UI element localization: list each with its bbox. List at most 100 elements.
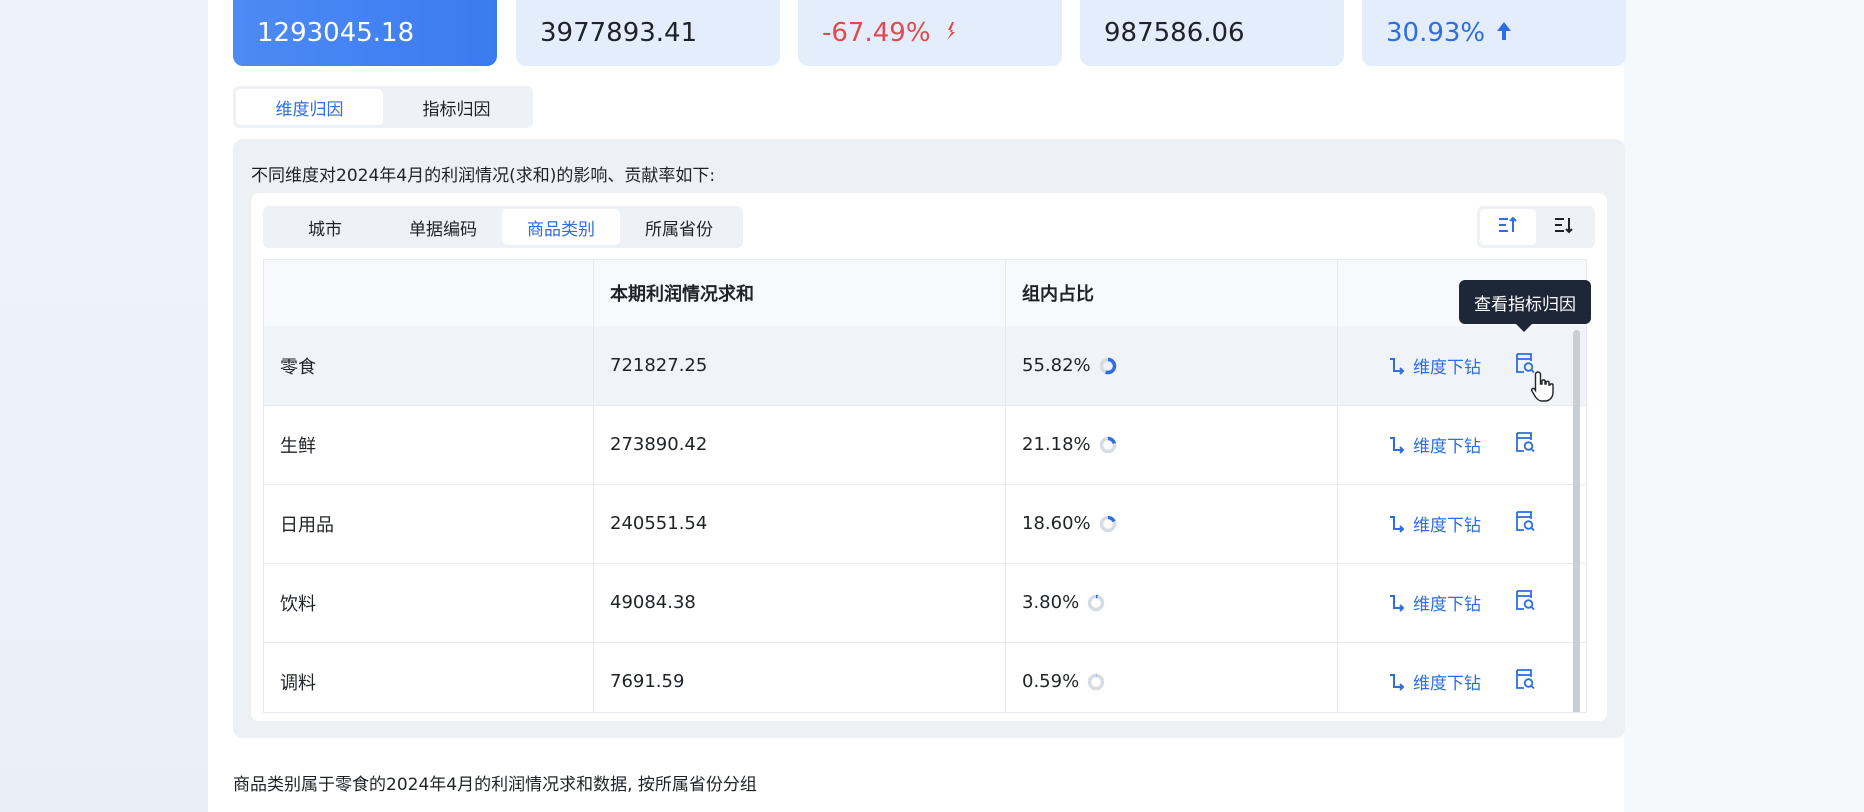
share-ring-icon	[1099, 357, 1116, 374]
attribution-panel: 不同维度对2024年4月的利润情况(求和)的影响、贡献率如下: 城市 单据编码 …	[233, 139, 1625, 738]
drill-down-button[interactable]: 维度下钻	[1387, 669, 1481, 694]
drill-down-label: 维度下钻	[1413, 437, 1481, 457]
share-wrap: 0.59%	[1022, 671, 1105, 692]
drilldown-description: 商品类别属于零食的2024年4月的利润情况求和数据, 按所属省份分组	[233, 775, 757, 795]
row-share: 55.82%	[1022, 355, 1091, 376]
panel-description: 不同维度对2024年4月的利润情况(求和)的影响、贡献率如下:	[251, 166, 716, 186]
share-ring-icon	[1099, 515, 1116, 532]
drill-down-label: 维度下钻	[1413, 674, 1481, 694]
report-search-icon	[1516, 511, 1535, 532]
table-header: 本期利润情况求和 组内占比	[264, 260, 1586, 327]
dimension-tabs: 城市 单据编码 商品类别 所属省份	[263, 206, 743, 248]
tab-city[interactable]: 城市	[266, 209, 384, 245]
kpi-card-2[interactable]: 3977893.41	[516, 0, 780, 66]
header-profit-sum[interactable]: 本期利润情况求和	[594, 260, 1006, 326]
row-share-cell: 0.59%	[1006, 642, 1338, 712]
row-share: 3.80%	[1022, 592, 1080, 613]
trend-up-icon	[1495, 20, 1513, 47]
table-row[interactable]: 调料 7691.59 0.59% 维度下钻	[264, 642, 1586, 712]
kpi-value: 1293045.18	[257, 18, 415, 48]
row-actions: 维度下钻	[1338, 484, 1586, 563]
sort-ascending-icon	[1498, 216, 1518, 238]
kpi-card-4[interactable]: 987586.06	[1080, 0, 1344, 66]
tab-document-code[interactable]: 单据编码	[384, 209, 502, 245]
share-wrap: 21.18%	[1022, 434, 1117, 455]
drill-down-button[interactable]: 维度下钻	[1387, 432, 1481, 457]
view-metric-attribution-button[interactable]	[1513, 509, 1537, 538]
share-wrap: 55.82%	[1022, 355, 1117, 376]
drill-down-label: 维度下钻	[1413, 358, 1481, 378]
row-share-cell: 3.80%	[1006, 563, 1338, 642]
table-row[interactable]: 饮料 49084.38 3.80% 维度下钻	[264, 563, 1586, 643]
header-name	[264, 260, 594, 326]
row-actions: 维度下钻	[1338, 405, 1586, 484]
kpi-card-3[interactable]: -67.49%	[798, 0, 1062, 66]
row-name: 零食	[264, 326, 594, 405]
sort-ascending-button[interactable]	[1480, 209, 1536, 245]
right-background	[1624, 0, 1864, 812]
share-ring-icon	[1087, 673, 1105, 690]
row-share-cell: 21.18%	[1006, 405, 1338, 484]
row-value: 240551.54	[594, 484, 1006, 563]
drill-down-label: 维度下钻	[1413, 516, 1481, 536]
table-scrollbar[interactable]	[1573, 330, 1580, 712]
view-metric-attribution-button[interactable]	[1513, 430, 1537, 459]
row-share: 0.59%	[1022, 671, 1080, 692]
row-name: 日用品	[264, 484, 594, 563]
share-ring-icon	[1087, 594, 1105, 611]
drill-down-label: 维度下钻	[1413, 595, 1481, 615]
row-name: 调料	[264, 642, 594, 712]
drill-down-button[interactable]: 维度下钻	[1387, 353, 1481, 378]
drill-down-icon	[1390, 594, 1405, 612]
kpi-value: 987586.06	[1104, 18, 1245, 48]
report-search-icon	[1516, 432, 1535, 453]
drill-down-button[interactable]: 维度下钻	[1387, 590, 1481, 615]
drill-down-icon	[1390, 515, 1405, 533]
drill-down-button[interactable]: 维度下钻	[1387, 511, 1481, 536]
share-ring-icon	[1099, 436, 1116, 453]
drill-down-icon	[1390, 673, 1405, 691]
table-row[interactable]: 零食 721827.25 55.82% 维度下钻	[264, 326, 1586, 406]
left-background	[0, 0, 208, 812]
row-share-cell: 55.82%	[1006, 326, 1338, 405]
tab-province[interactable]: 所属省份	[620, 209, 738, 245]
table-row[interactable]: 日用品 240551.54 18.60% 维度下钻	[264, 484, 1586, 564]
kpi-card-5[interactable]: 30.93%	[1362, 0, 1626, 66]
header-share[interactable]: 组内占比	[1006, 260, 1338, 326]
row-actions: 维度下钻	[1338, 563, 1586, 642]
row-actions: 维度下钻	[1338, 642, 1586, 712]
row-value: 721827.25	[594, 326, 1006, 405]
row-value: 273890.42	[594, 405, 1006, 484]
row-value: 49084.38	[594, 563, 1006, 642]
share-wrap: 18.60%	[1022, 513, 1117, 534]
row-share: 18.60%	[1022, 513, 1091, 534]
row-name: 生鲜	[264, 405, 594, 484]
sort-descending-icon	[1554, 216, 1574, 238]
drill-down-icon	[1390, 357, 1405, 375]
attribution-tabs: 维度归因 指标归因	[233, 86, 533, 128]
share-wrap: 3.80%	[1022, 592, 1105, 613]
view-metric-attribution-button[interactable]	[1513, 588, 1537, 617]
tab-metric-attribution[interactable]: 指标归因	[383, 89, 530, 125]
kpi-card-1[interactable]: 1293045.18	[233, 0, 497, 66]
row-name: 饮料	[264, 563, 594, 642]
kpi-value: -67.49%	[822, 18, 931, 48]
tab-dimension-attribution[interactable]: 维度归因	[236, 89, 383, 125]
sort-toggle	[1477, 206, 1595, 248]
dimension-table-card: 城市 单据编码 商品类别 所属省份 本期利润情况求和 组内占比 零食 72182…	[251, 193, 1607, 721]
kpi-value: 3977893.41	[540, 18, 698, 48]
report-search-icon	[1516, 590, 1535, 611]
report-search-icon	[1516, 669, 1535, 690]
pointer-cursor-icon	[1530, 370, 1556, 404]
row-share-cell: 18.60%	[1006, 484, 1338, 563]
row-value: 7691.59	[594, 642, 1006, 712]
row-share: 21.18%	[1022, 434, 1091, 455]
view-metric-attribution-button[interactable]	[1513, 667, 1537, 696]
dimension-table: 本期利润情况求和 组内占比 零食 721827.25 55.82% 维度下钻 生…	[263, 259, 1587, 713]
table-row[interactable]: 生鲜 273890.42 21.18% 维度下钻	[264, 405, 1586, 485]
tab-product-category[interactable]: 商品类别	[502, 209, 620, 245]
trend-down-icon	[941, 20, 959, 47]
sort-descending-button[interactable]	[1536, 209, 1592, 245]
drill-down-icon	[1390, 436, 1405, 454]
kpi-value: 30.93%	[1386, 18, 1486, 48]
